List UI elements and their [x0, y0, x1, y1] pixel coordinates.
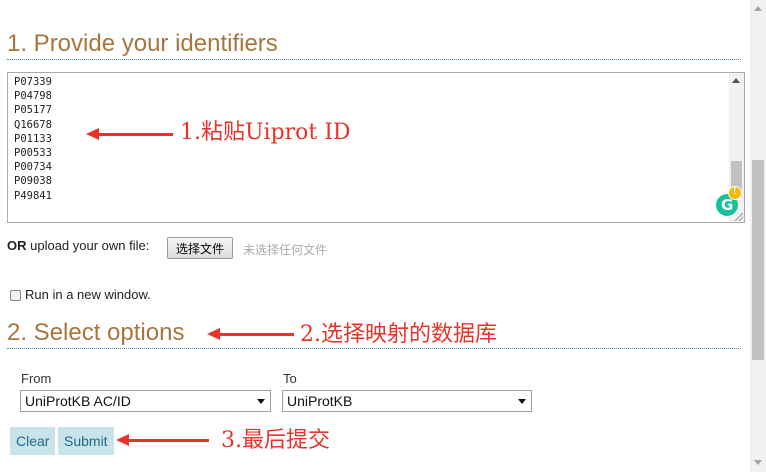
identifiers-textarea[interactable]: P07339 P04798 P05177 Q16678 P01133 P00533 P007…	[7, 72, 745, 223]
to-label: To	[283, 371, 297, 386]
grammarly-icon[interactable]: G !	[716, 186, 742, 216]
to-select-value: UniProtKB	[287, 393, 353, 409]
annotation-arrow-submit	[116, 434, 209, 446]
chevron-down-icon	[257, 399, 265, 404]
identifier-line: P00734	[14, 161, 52, 174]
section-divider	[7, 348, 741, 349]
identifier-line: P00533	[14, 147, 52, 160]
identifiers-list: P07339 P04798 P05177 Q16678 P01133 P00533 P007…	[14, 75, 52, 203]
identifier-line: Q16678	[14, 118, 52, 131]
scroll-up-icon[interactable]	[732, 78, 740, 83]
annotation-arrow-paste	[86, 128, 173, 140]
chevron-down-icon	[518, 399, 526, 404]
resize-handle-icon[interactable]	[735, 213, 743, 221]
upload-or-label: OR	[7, 238, 27, 253]
annotation-arrow-select	[207, 328, 294, 340]
scroll-down-icon[interactable]	[754, 460, 762, 465]
clear-button[interactable]: Clear	[10, 427, 56, 455]
annotation-paste: 1.粘贴Uiprot ID	[180, 120, 351, 145]
page-scrollbar[interactable]	[750, 0, 766, 472]
identifier-line: P07339	[14, 76, 52, 88]
identifier-line: P05177	[14, 104, 52, 117]
grammarly-alert-icon: !	[728, 186, 742, 200]
submit-button[interactable]: Submit	[58, 427, 114, 455]
file-status: 未选择任何文件	[243, 243, 328, 257]
from-select[interactable]: UniProtKB AC/ID	[20, 390, 271, 412]
choose-file-button[interactable]: 选择文件	[167, 237, 234, 259]
annotation-submit: 3.最后提交	[221, 428, 330, 453]
section-divider	[7, 59, 741, 60]
new-window-checkbox[interactable]	[10, 290, 21, 301]
section-title-options: 2. Select options	[7, 319, 185, 346]
upload-row: OR upload your own file:	[7, 238, 149, 253]
to-select[interactable]: UniProtKB	[282, 390, 532, 412]
identifier-line: P04798	[14, 90, 52, 103]
from-label: From	[21, 371, 52, 386]
identifier-line: P49841	[14, 189, 52, 202]
page-scroll-thumb[interactable]	[752, 160, 764, 360]
upload-label: upload your own file:	[30, 238, 150, 253]
from-select-value: UniProtKB AC/ID	[25, 393, 131, 409]
scroll-up-icon[interactable]	[754, 6, 762, 11]
section-title-identifiers: 1. Provide your identifiers	[7, 30, 278, 57]
annotation-select-db: 2.选择映射的数据库	[300, 322, 497, 347]
identifier-line: P09038	[14, 175, 52, 188]
new-window-label[interactable]: Run in a new window.	[25, 287, 151, 302]
identifier-line: P01133	[14, 132, 52, 145]
